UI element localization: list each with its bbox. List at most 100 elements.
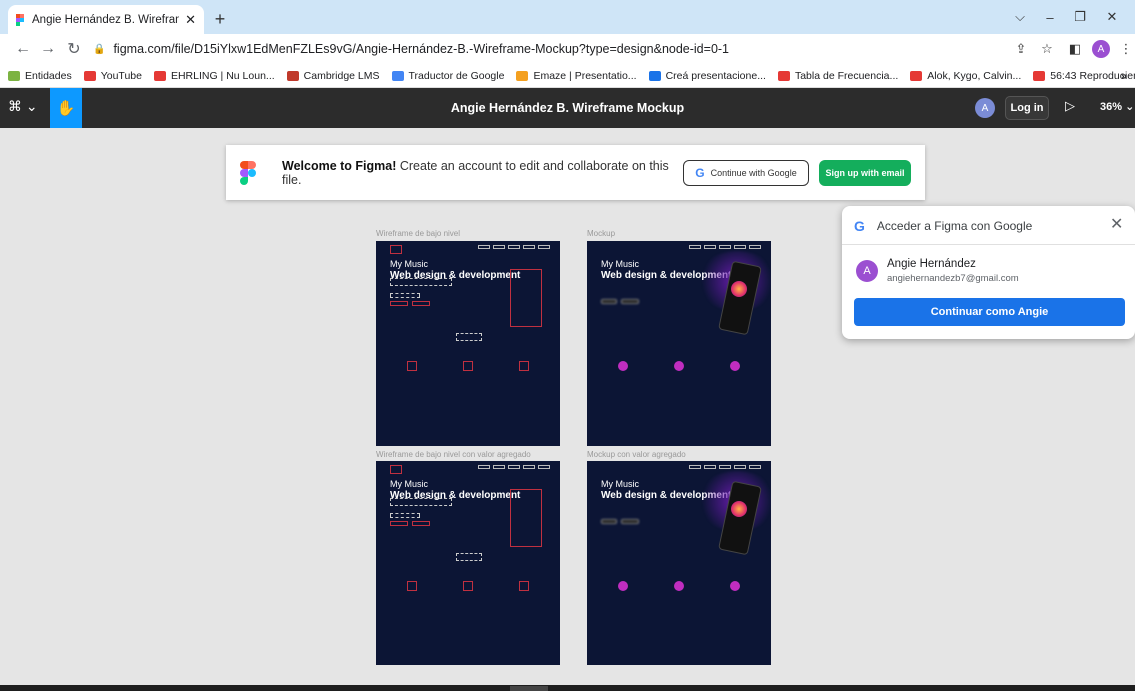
service-icon xyxy=(463,581,473,591)
bookmark-item[interactable]: 56:43 Reproducien... xyxy=(1033,70,1135,82)
continue-as-button[interactable]: Continuar como Angie xyxy=(854,298,1125,326)
bookmarks-overflow-icon[interactable]: » xyxy=(1121,70,1127,82)
google-button-label: Continue with Google xyxy=(710,167,797,178)
frame-label[interactable]: Mockup xyxy=(587,229,615,238)
login-button[interactable]: Log in xyxy=(1005,96,1049,120)
bookmark-label: Entidades xyxy=(25,69,72,82)
bookmark-favicon-icon xyxy=(83,70,96,81)
bookmark-favicon-icon xyxy=(910,70,923,81)
bookmark-favicon-icon xyxy=(8,70,20,81)
service-icon xyxy=(618,361,628,371)
bookmark-item[interactable]: EHRLING | Nu Loun... xyxy=(153,70,275,82)
bookmark-label: Alok, Kygo, Calvin... xyxy=(927,69,1022,82)
url-text: figma.com/file/D15iYlxw1EdMenFZLEs9vG/An… xyxy=(113,42,730,56)
google-icon: G xyxy=(854,218,865,234)
figma-toolbar xyxy=(0,88,1135,128)
bookmark-item[interactable]: YouTube xyxy=(83,70,142,82)
bottom-scrollbar[interactable] xyxy=(0,685,1135,691)
continue-with-google-button[interactable]: G Continue with Google xyxy=(683,159,809,186)
bookmark-item[interactable]: Alok, Kygo, Calvin... xyxy=(910,70,1021,82)
bookmark-favicon-icon xyxy=(777,70,790,81)
service-icon xyxy=(674,581,684,591)
bookmark-label: Creá presentacione... xyxy=(665,69,766,82)
frame-label[interactable]: Wireframe de bajo nivel xyxy=(376,229,460,238)
zoom-dropdown[interactable]: 36% ⌄ xyxy=(1100,100,1134,113)
figma-logo-icon xyxy=(240,160,256,185)
frame-label[interactable]: Wireframe de bajo nivel con valor agrega… xyxy=(376,450,531,459)
bookmarks-bar: Entidades YouTube EHRLING | Nu Loun... Camb… xyxy=(0,64,1135,88)
hand-tool-icon[interactable]: ✋ xyxy=(50,88,82,128)
frame-label[interactable]: Mockup con valor agregado xyxy=(587,450,686,459)
back-icon[interactable]: ← xyxy=(12,38,34,60)
welcome-message: Welcome to Figma! Create an account to e… xyxy=(282,159,683,187)
popup-header: G Acceder a Figma con Google xyxy=(854,218,1032,234)
bookmark-label: Traductor de Google xyxy=(408,69,505,82)
side-panel-icon[interactable]: ◧ xyxy=(1064,38,1086,60)
bookmark-favicon-icon xyxy=(286,70,299,81)
restore-icon[interactable]: ❐ xyxy=(1065,6,1095,28)
frame-title-small: My Music xyxy=(601,259,639,269)
window-close-icon[interactable]: ✕ xyxy=(1097,6,1127,28)
frame-nav xyxy=(478,465,550,469)
service-item xyxy=(504,581,544,594)
frame-title-small: My Music xyxy=(390,259,428,269)
design-frame[interactable]: My Music Web design & development xyxy=(587,461,771,665)
bookmark-star-icon[interactable]: ☆ xyxy=(1036,38,1058,60)
design-frame[interactable]: My Music Web design & development xyxy=(376,241,560,446)
new-tab-button[interactable]: + xyxy=(208,8,232,30)
bookmark-favicon-icon xyxy=(516,70,529,81)
google-icon: G xyxy=(695,165,705,180)
profile-avatar[interactable]: A xyxy=(1090,38,1112,60)
service-icon xyxy=(730,361,740,371)
tab-title: Angie Hernández B. Wireframe M xyxy=(32,13,179,26)
bookmark-item[interactable]: Entidades xyxy=(8,70,72,82)
design-frame[interactable]: My Music Web design & development xyxy=(587,241,771,446)
browser-tab[interactable]: Angie Hernández B. Wireframe M ✕ xyxy=(8,5,204,34)
service-item xyxy=(603,581,643,594)
bookmark-label: Cambridge LMS xyxy=(303,69,380,82)
bookmark-item[interactable]: Cambridge LMS xyxy=(286,69,380,82)
figma-user-avatar[interactable]: A xyxy=(975,98,995,118)
service-item xyxy=(392,581,432,594)
bookmark-favicon-icon xyxy=(1033,70,1046,81)
figma-main-menu-icon[interactable]: ⌘ ⌄ xyxy=(8,98,38,115)
service-item xyxy=(504,361,544,374)
service-item xyxy=(659,581,699,594)
tab-search-icon[interactable]: ⌵ xyxy=(1005,6,1035,28)
frame-nav xyxy=(478,245,550,249)
address-bar[interactable]: 🔒 figma.com/file/D15iYlxw1EdMenFZLEs9vG/… xyxy=(93,38,993,60)
service-icon xyxy=(519,361,529,371)
browser-menu-icon[interactable]: ⋮ xyxy=(1115,38,1135,60)
popup-close-icon[interactable]: ✕ xyxy=(1110,214,1123,234)
bookmark-item[interactable]: Traductor de Google xyxy=(391,69,505,82)
frame-title-small: My Music xyxy=(601,479,639,489)
welcome-banner: Welcome to Figma! Create an account to e… xyxy=(226,145,925,200)
scrollbar-thumb[interactable] xyxy=(510,686,548,691)
service-icon xyxy=(730,581,740,591)
service-icon xyxy=(407,581,417,591)
present-icon[interactable]: ▷ xyxy=(1065,98,1075,114)
welcome-bold: Welcome to Figma! xyxy=(282,158,397,173)
account-avatar: A xyxy=(856,260,878,282)
popup-divider xyxy=(842,244,1135,245)
minimize-icon[interactable]: – xyxy=(1035,6,1065,28)
figma-favicon-icon xyxy=(16,13,24,26)
bookmark-label: Tabla de Frecuencia... xyxy=(794,69,899,82)
frame-title-small: My Music xyxy=(390,479,428,489)
forward-icon[interactable]: → xyxy=(37,38,59,60)
lock-icon: 🔒 xyxy=(93,43,106,55)
tab-close-icon[interactable]: ✕ xyxy=(185,12,196,28)
design-frame[interactable]: My Music Web design & development xyxy=(376,461,560,665)
reload-icon[interactable]: ↻ xyxy=(63,38,85,60)
frame-nav xyxy=(689,465,761,469)
service-item xyxy=(603,361,643,374)
service-icon xyxy=(674,361,684,371)
share-icon[interactable]: ⇪ xyxy=(1010,38,1032,60)
account-email: angiehernandezb7@gmail.com xyxy=(887,273,1019,284)
bookmark-item[interactable]: Tabla de Frecuencia... xyxy=(777,69,899,82)
bookmark-item[interactable]: Emaze | Presentatio... xyxy=(516,70,637,82)
service-item xyxy=(448,581,488,594)
bookmark-item[interactable]: Creá presentacione... xyxy=(648,69,766,82)
bookmark-favicon-icon xyxy=(648,70,661,81)
signup-email-button[interactable]: Sign up with email xyxy=(819,159,911,186)
